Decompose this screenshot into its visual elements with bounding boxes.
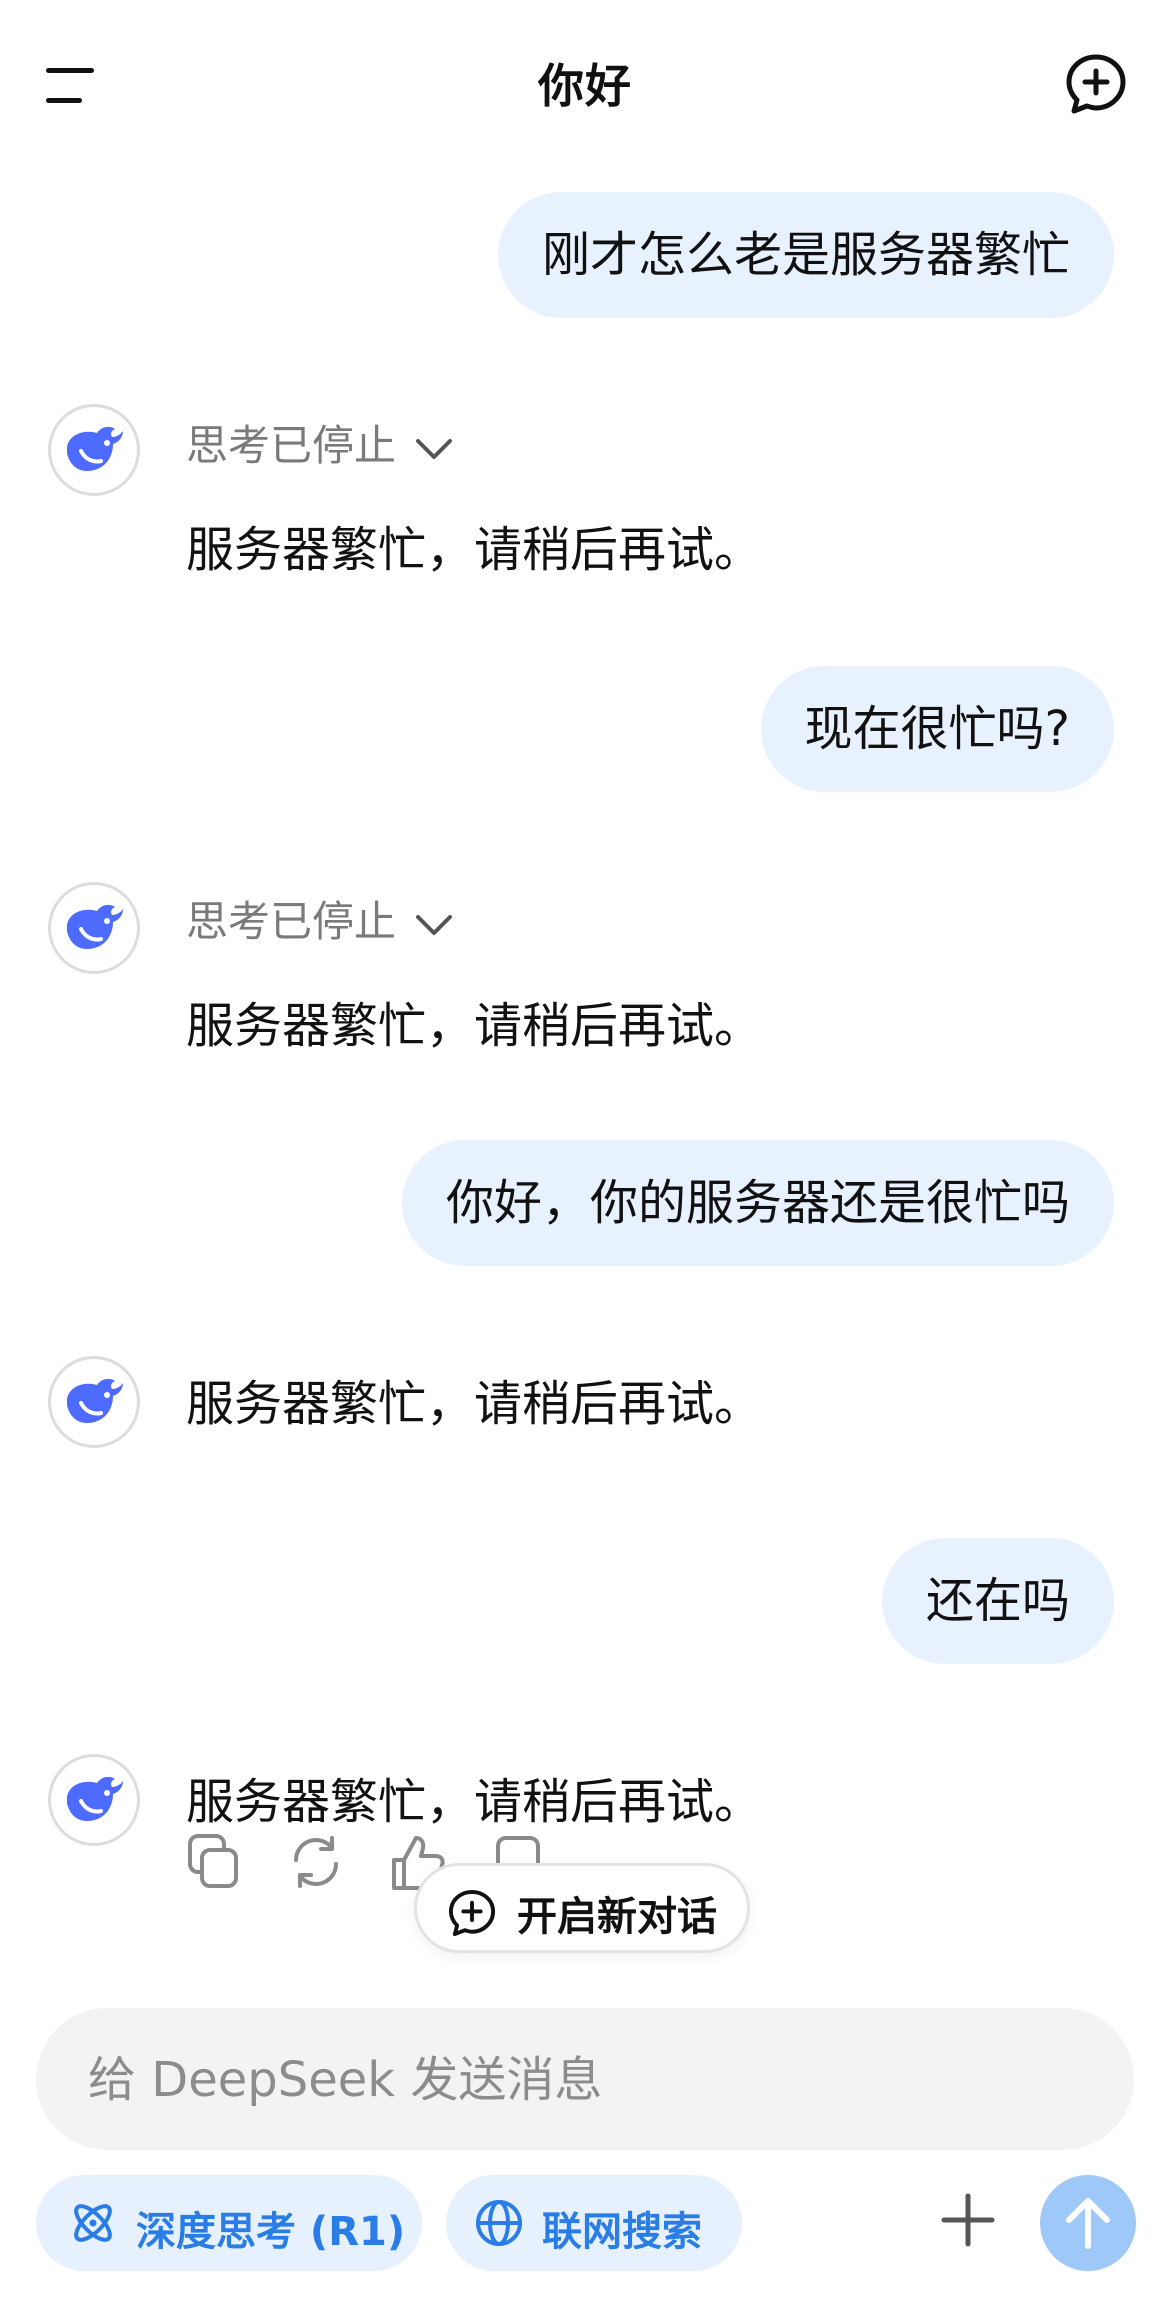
user-message: 你好，你的服务器还是很忙吗 (401, 1140, 1114, 1266)
regenerate-icon[interactable] (288, 1832, 344, 1892)
assistant-avatar (48, 882, 140, 974)
assistant-avatar (48, 404, 140, 496)
user-message: 现在很忙吗? (760, 666, 1114, 792)
deep-think-toggle[interactable]: 深度思考 (R1) (36, 2175, 422, 2271)
message-composer (36, 2008, 1134, 2152)
web-search-label: 联网搜索 (542, 2209, 702, 2255)
user-message: 刚才怎么老是服务器繁忙 (497, 192, 1114, 318)
thinking-stopped-toggle[interactable]: 思考已停止 (186, 888, 454, 949)
thinking-label: 思考已停止 (186, 897, 397, 946)
globe-icon (476, 2200, 522, 2246)
deep-think-label: 深度思考 (R1) (136, 2209, 406, 2255)
new-chat-icon (448, 1889, 496, 1937)
assistant-message: 服务器繁忙，请稍后再试。 (186, 1774, 763, 1830)
assistant-avatar (48, 1754, 140, 1846)
atom-icon (74, 2204, 112, 2242)
deepseek-whale-icon (67, 1378, 123, 1423)
deepseek-whale-icon (67, 426, 123, 471)
chevron-down-icon (416, 438, 453, 459)
assistant-message: 服务器繁忙，请稍后再试。 (186, 1376, 763, 1432)
thinking-stopped-toggle[interactable]: 思考已停止 (186, 412, 454, 473)
send-button[interactable] (1040, 2175, 1136, 2271)
assistant-message: 服务器繁忙，请稍后再试。 (186, 998, 763, 1054)
thinking-label: 思考已停止 (186, 421, 397, 470)
new-conversation-button[interactable]: 开启新对话 (414, 1863, 750, 1953)
user-message: 还在吗 (881, 1538, 1114, 1664)
new-chat-icon[interactable] (1064, 52, 1128, 116)
deepseek-whale-icon (67, 904, 123, 949)
plus-icon[interactable] (938, 2190, 998, 2250)
copy-icon[interactable] (186, 1832, 242, 1892)
deepseek-whale-icon (67, 1776, 123, 1821)
chevron-down-icon (416, 914, 453, 935)
assistant-avatar (48, 1356, 140, 1448)
arrow-up-icon (1066, 2198, 1110, 2249)
chat-title: 你好 (538, 59, 632, 113)
assistant-message: 服务器繁忙，请稍后再试。 (186, 522, 763, 578)
message-input[interactable] (86, 2008, 1090, 2152)
top-bar: 你好 (0, 0, 1170, 170)
web-search-toggle[interactable]: 联网搜索 (446, 2175, 742, 2271)
new-conversation-label: 开启新对话 (517, 1894, 717, 1940)
